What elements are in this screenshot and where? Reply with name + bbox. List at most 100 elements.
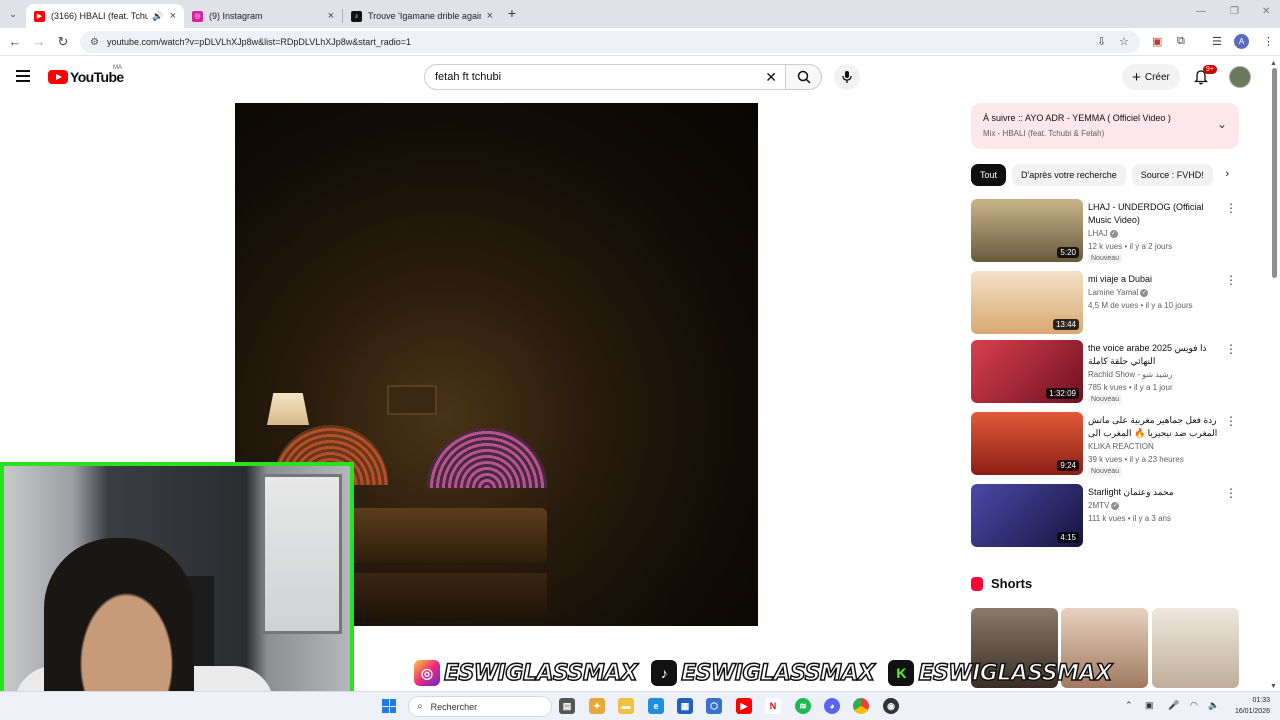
extensions-puzzle-icon[interactable]: ⧉	[1177, 35, 1185, 48]
site-info-icon[interactable]: ⚙	[90, 37, 99, 48]
search-input[interactable]: fetah ft tchubi ✕	[424, 64, 786, 90]
search-icon: ⌕	[417, 701, 423, 712]
more-options-icon[interactable]: ⋮	[1225, 414, 1237, 428]
more-options-icon[interactable]: ⋮	[1225, 273, 1237, 287]
windows-start-icon[interactable]	[382, 699, 396, 713]
tray-chevron-icon[interactable]: ⌃	[1125, 700, 1133, 711]
video-thumbnail[interactable]: 4:15	[971, 484, 1083, 547]
chevron-down-icon[interactable]: ⌄	[1217, 117, 1227, 131]
youtube-favicon-icon: ▶	[34, 10, 45, 22]
extension-icon[interactable]: ▣	[1152, 35, 1162, 48]
tab-instagram[interactable]: ◎ (9) Instagram ×	[184, 4, 342, 28]
search-button[interactable]	[786, 64, 822, 90]
list-item[interactable]: 5:20 LHAJ - UNDERDOG (Official Music Vid…	[971, 199, 1239, 263]
video-title[interactable]: the voice arabe 2025 ذا فويس النهائي حلق…	[1088, 342, 1223, 368]
back-icon[interactable]: ←	[7, 34, 23, 49]
tab-search-dropdown-icon[interactable]: ⌄	[4, 5, 22, 23]
video-thumbnail[interactable]: 1:32:09	[971, 340, 1083, 403]
voice-search-button[interactable]	[834, 64, 860, 90]
tray-app-icon[interactable]: ▣	[1145, 700, 1154, 711]
profile-avatar[interactable]: A	[1234, 34, 1249, 49]
mix-title: Mix - HBALI (feat. Tchubi & Fetah)	[983, 129, 1105, 138]
browser-menu-icon[interactable]: ⋮	[1263, 35, 1274, 48]
reload-icon[interactable]: ↻	[55, 34, 71, 50]
taskbar-search-input[interactable]: ⌕ Rechercher	[408, 696, 552, 717]
list-item[interactable]: 4:15 Starlight محمد وعثمان 2MTV ✓ 111 k v…	[971, 484, 1239, 548]
handle-kick: K ESWIGLASSMAX	[888, 660, 1113, 686]
chip-related-search[interactable]: D'après votre recherche	[1012, 164, 1126, 186]
edge-icon[interactable]: e	[648, 698, 664, 714]
video-title[interactable]: mi viaje a Dubai	[1088, 273, 1223, 286]
video-thumbnail[interactable]: 5:20	[971, 199, 1083, 262]
copilot-icon[interactable]: ✦	[589, 698, 605, 714]
video-title[interactable]: ردة فعل جماهير مغربية على ماتش المغرب ضد…	[1088, 414, 1223, 440]
more-options-icon[interactable]: ⋮	[1225, 201, 1237, 215]
taskbar-clock[interactable]: 01:33 16/01/2026	[1226, 695, 1270, 717]
maximize-icon[interactable]: ❐	[1230, 6, 1239, 17]
store-icon[interactable]: ▦	[677, 698, 693, 714]
list-item[interactable]: 13:44 mi viaje a Dubai Lamine Yamal ✓ 4,5…	[971, 271, 1239, 335]
scrollbar-thumb[interactable]	[1272, 68, 1277, 278]
channel-name[interactable]: 2MTV ✓	[1088, 499, 1120, 512]
page-scrollbar[interactable]: ▲ ▼	[1270, 60, 1278, 690]
tab-youtube[interactable]: ▶ (3166) HBALI (feat. Tchubi & 🔊 ×	[26, 4, 184, 28]
channel-name[interactable]: Rachid Show - رشيد شو	[1088, 368, 1173, 381]
volume-icon[interactable]: 🔈	[1208, 700, 1219, 711]
scroll-up-icon[interactable]: ▲	[1270, 60, 1277, 67]
tab-tiktok[interactable]: ♪ Trouve 'Igamane drible against ×	[343, 4, 501, 28]
video-title[interactable]: Starlight محمد وعثمان	[1088, 486, 1223, 499]
app-icon[interactable]: ◉	[883, 698, 899, 714]
bookmark-star-icon[interactable]: ☆	[1119, 35, 1129, 48]
channel-name[interactable]: LHAJ ✓	[1088, 227, 1118, 240]
video-stats: 12 k vues • il y a 2 jours	[1088, 242, 1173, 251]
channel-name[interactable]: KLIKA REACTION	[1088, 440, 1154, 453]
search-value[interactable]: fetah ft tchubi	[435, 71, 501, 83]
account-avatar[interactable]	[1229, 66, 1251, 88]
speaker-icon[interactable]: 🔊	[152, 11, 163, 22]
chrome-icon[interactable]	[853, 698, 869, 714]
video-thumbnail[interactable]: 13:44	[971, 271, 1083, 334]
youtube-logo[interactable]: YouTube MA	[48, 65, 124, 85]
menu-icon[interactable]	[16, 70, 30, 85]
list-item[interactable]: 1:32:09 the voice arabe 2025 ذا فويس الن…	[971, 340, 1239, 404]
webcam-overlay	[0, 462, 354, 720]
chevron-right-icon[interactable]: ›	[1225, 168, 1229, 180]
video-stats: 39 k vues • il y a 23 heures	[1088, 455, 1184, 464]
new-tab-icon[interactable]: +	[504, 5, 520, 21]
close-window-icon[interactable]: ✕	[1262, 6, 1270, 17]
video-title[interactable]: LHAJ - UNDERDOG (Official Music Video)	[1088, 201, 1223, 227]
discord-icon[interactable]: ◕	[824, 698, 840, 714]
verified-icon: ✓	[1140, 288, 1149, 297]
reading-list-icon[interactable]: ☰	[1212, 35, 1222, 48]
spotify-icon[interactable]: ≋	[795, 698, 811, 714]
video-thumbnail[interactable]: 9:24	[971, 412, 1083, 475]
notification-badge: 9+	[1203, 65, 1217, 74]
app-icon[interactable]: ⬡	[706, 698, 722, 714]
netflix-icon[interactable]: N	[765, 698, 781, 714]
minimize-icon[interactable]: —	[1196, 6, 1206, 17]
up-next-panel[interactable]: À suivre :: AYO ADR - YEMMA ( Officiel V…	[971, 103, 1239, 149]
list-item[interactable]: 9:24 ردة فعل جماهير مغربية على ماتش المغ…	[971, 412, 1239, 476]
microphone-icon[interactable]: 🎤	[1168, 700, 1179, 711]
close-tab-icon[interactable]: ×	[487, 10, 493, 22]
scroll-down-icon[interactable]: ▼	[1270, 683, 1277, 690]
task-view-icon[interactable]: ▤	[559, 698, 575, 714]
webcam-door	[262, 474, 342, 634]
chip-source[interactable]: Source : FVHD!	[1131, 164, 1213, 186]
close-tab-icon[interactable]: ×	[170, 10, 176, 22]
forward-icon[interactable]: →	[31, 34, 47, 49]
close-tab-icon[interactable]: ×	[328, 10, 334, 22]
browser-toolbar: ← → ↻ ⚙ youtube.com/watch?v=pDLVLhXJp8w&…	[0, 28, 1280, 56]
more-options-icon[interactable]: ⋮	[1225, 342, 1237, 356]
install-app-icon[interactable]: ⇩	[1097, 35, 1106, 48]
wifi-icon[interactable]: ◠	[1190, 700, 1198, 711]
file-explorer-icon[interactable]: ▬	[618, 698, 634, 714]
create-button[interactable]: + Créer	[1122, 64, 1180, 90]
url-text[interactable]: youtube.com/watch?v=pDLVLhXJp8w&list=RDp…	[107, 37, 411, 47]
chip-all[interactable]: Tout	[971, 164, 1007, 186]
address-bar[interactable]: ⚙ youtube.com/watch?v=pDLVLhXJp8w&list=R…	[80, 31, 1140, 53]
channel-name[interactable]: Lamine Yamal ✓	[1088, 286, 1149, 299]
clear-search-icon[interactable]: ✕	[765, 69, 777, 86]
youtube-app-icon[interactable]: ▶	[736, 698, 752, 714]
more-options-icon[interactable]: ⋮	[1225, 486, 1237, 500]
